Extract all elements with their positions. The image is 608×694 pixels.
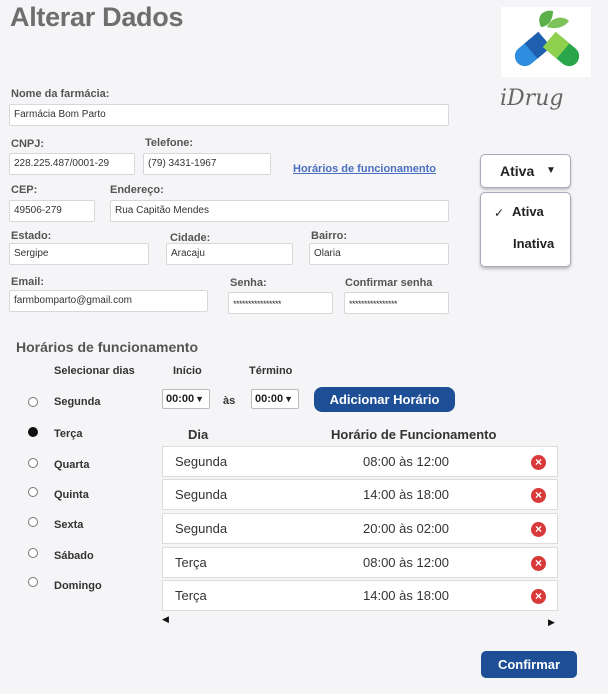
email-field[interactable]: farmbomparto@gmail.com: [9, 290, 208, 312]
senha-field[interactable]: ****************: [228, 292, 333, 314]
radio-domingo[interactable]: [28, 577, 38, 587]
cep-field[interactable]: 49506-279: [9, 200, 95, 222]
status-selected-label: Ativa: [500, 163, 535, 179]
day-label-sabado: Sábado: [54, 550, 94, 562]
cep-label: CEP:: [11, 184, 38, 196]
day-label-quarta: Quarta: [54, 459, 90, 471]
pill-logo-icon: [514, 10, 580, 67]
row-hours: 08:00 às 12:00: [363, 454, 450, 469]
start-time-select[interactable]: 00:00 ▼: [162, 389, 210, 409]
radio-segunda[interactable]: [28, 397, 38, 407]
confirmar-senha-field[interactable]: ****************: [344, 292, 449, 314]
scroll-right-icon[interactable]: ▶: [548, 617, 555, 628]
estado-label: Estado:: [11, 230, 52, 242]
radio-quarta[interactable]: [28, 458, 38, 468]
row-day: Terça: [175, 588, 207, 603]
page-title: Alterar Dados: [10, 2, 184, 32]
horarios-link[interactable]: Horários de funcionamento: [293, 163, 436, 175]
row-hours: 20:00 às 02:00: [363, 521, 450, 536]
row-hours: 08:00 às 12:00: [363, 555, 450, 570]
status-dropdown[interactable]: Ativa ▼: [480, 154, 571, 188]
telefone-label: Telefone:: [145, 137, 194, 149]
senha-label: Senha:: [230, 277, 267, 289]
nome-field[interactable]: Farmácia Bom Parto: [9, 104, 449, 126]
status-option-inativa[interactable]: Inativa: [513, 236, 554, 251]
day-label-domingo: Domingo: [54, 580, 102, 592]
radio-terca[interactable]: [28, 427, 38, 437]
confirm-button[interactable]: Confirmar: [481, 651, 577, 678]
cidade-field[interactable]: Aracaju: [166, 243, 293, 265]
end-time-value: 00:00: [255, 393, 284, 405]
table-row: Segunda 14:00 às 18:00 ×: [162, 479, 558, 510]
schedule-section-title: Horários de funcionamento: [16, 339, 199, 355]
cnpj-label: CNPJ:: [11, 138, 45, 150]
chevron-down-icon: ▼: [546, 165, 556, 176]
delete-icon[interactable]: ×: [531, 488, 546, 503]
table-header-day: Dia: [188, 427, 209, 442]
select-days-label: Selecionar dias: [54, 365, 135, 377]
chevron-down-icon: ▼: [195, 394, 204, 404]
add-schedule-button[interactable]: Adicionar Horário: [314, 387, 455, 412]
day-label-sexta: Sexta: [54, 519, 84, 531]
radio-sabado[interactable]: [28, 548, 38, 558]
bairro-label: Bairro:: [311, 230, 348, 242]
status-option-ativa[interactable]: Ativa: [512, 204, 544, 219]
scroll-left-icon[interactable]: ◀: [162, 614, 169, 625]
start-label: Início: [173, 365, 202, 377]
radio-sexta[interactable]: [28, 517, 38, 527]
endereco-field[interactable]: Rua Capitão Mendes: [110, 200, 449, 222]
delete-icon[interactable]: ×: [531, 455, 546, 470]
radio-quinta[interactable]: [28, 487, 38, 497]
delete-icon[interactable]: ×: [531, 522, 546, 537]
end-time-select[interactable]: 00:00 ▼: [251, 389, 299, 409]
table-row: Segunda 20:00 às 02:00 ×: [162, 513, 558, 544]
table-row: Terça 14:00 às 18:00 ×: [162, 580, 558, 611]
delete-icon[interactable]: ×: [531, 589, 546, 604]
brand-name: iDrug: [500, 86, 564, 111]
day-label-terca: Terça: [54, 428, 83, 440]
between-label: às: [223, 395, 236, 407]
telefone-field[interactable]: (79) 3431-1967: [143, 153, 271, 175]
estado-field[interactable]: Sergipe: [9, 243, 149, 265]
logo: [501, 7, 591, 77]
day-label-segunda: Segunda: [54, 396, 101, 408]
row-day: Segunda: [175, 521, 228, 536]
row-hours: 14:00 às 18:00: [363, 588, 450, 603]
row-day: Segunda: [175, 454, 228, 469]
end-label: Término: [249, 365, 293, 377]
cnpj-field[interactable]: 228.225.487/0001-29: [9, 153, 135, 175]
start-time-value: 00:00: [166, 393, 195, 405]
day-label-quinta: Quinta: [54, 489, 89, 501]
email-label: Email:: [11, 276, 45, 288]
row-day: Segunda: [175, 487, 228, 502]
endereco-label: Endereço:: [110, 184, 164, 196]
delete-icon[interactable]: ×: [531, 556, 546, 571]
status-menu: ✓ Ativa Inativa: [480, 192, 571, 267]
table-row: Segunda 08:00 às 12:00 ×: [162, 446, 558, 477]
table-row: Terça 08:00 às 12:00 ×: [162, 547, 558, 578]
row-day: Terça: [175, 555, 207, 570]
check-icon: ✓: [494, 206, 505, 220]
row-hours: 14:00 às 18:00: [363, 487, 450, 502]
bairro-field[interactable]: Olaria: [309, 243, 449, 265]
nome-label: Nome da farmácia:: [11, 88, 110, 100]
confirmar-senha-label: Confirmar senha: [345, 277, 433, 289]
chevron-down-icon: ▼: [284, 394, 293, 404]
table-header-hours: Horário de Funcionamento: [331, 427, 497, 442]
